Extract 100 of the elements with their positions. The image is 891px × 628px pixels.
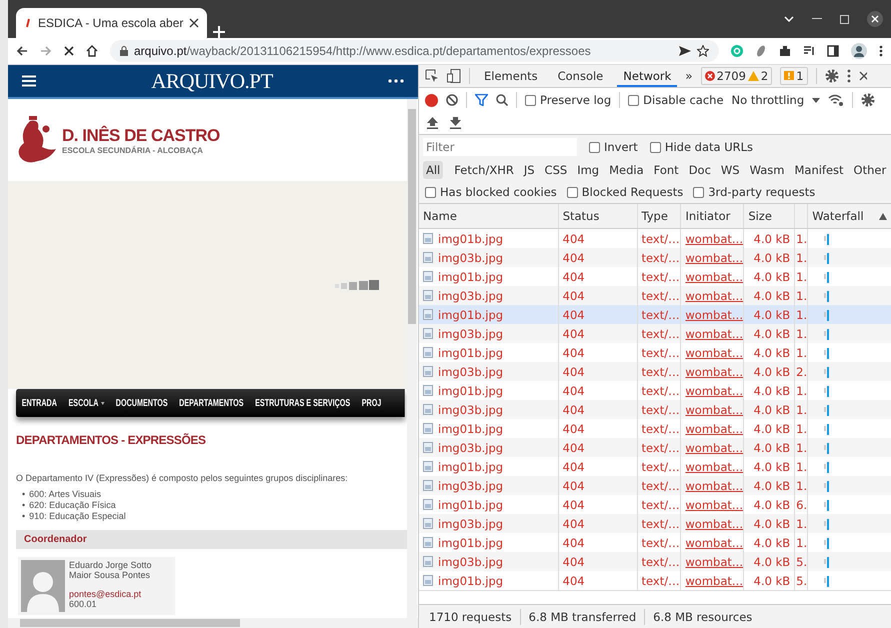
request-row[interactable]: img03b.jpg 404 text/… wombat.… 4.0 kB 1. xyxy=(419,248,891,267)
initiator-link[interactable]: wombat.… xyxy=(685,270,744,284)
filter-field[interactable]: Filter xyxy=(423,138,577,156)
column-header[interactable]: Initiator xyxy=(685,209,730,223)
type-filter[interactable]: Media xyxy=(606,161,647,179)
initiator-link[interactable]: wombat.… xyxy=(685,326,744,340)
initiator-link[interactable]: wombat.… xyxy=(685,554,744,568)
initiator-link[interactable]: wombat.… xyxy=(685,402,744,416)
nav-item[interactable]: ESCOLA xyxy=(62,398,110,408)
more-tabs[interactable]: » xyxy=(685,69,693,83)
checkbox[interactable]: Invert xyxy=(589,140,638,154)
filter-icon[interactable] xyxy=(475,94,488,106)
column-header[interactable]: Status xyxy=(562,209,600,223)
search-icon[interactable] xyxy=(496,94,508,106)
devtools-tab[interactable]: Network xyxy=(617,65,678,87)
request-row[interactable]: img03b.jpg 404 text/… wombat.… 4.0 kB 5. xyxy=(419,552,891,571)
scrollbar[interactable] xyxy=(407,99,417,618)
type-filter[interactable]: WS xyxy=(718,161,743,179)
nav-item[interactable]: DEPARTAMENTOS xyxy=(173,398,250,408)
request-row[interactable]: img03b.jpg 404 text/… wombat.… 4.0 kB 1. xyxy=(419,324,891,343)
more-icon[interactable] xyxy=(388,79,404,83)
request-row[interactable]: img03b.jpg 404 text/… wombat.… 4.0 kB 1. xyxy=(419,476,891,495)
settings-icon[interactable] xyxy=(861,93,876,107)
close-icon[interactable] xyxy=(867,11,883,27)
home-icon[interactable] xyxy=(86,45,98,57)
upload-icon[interactable] xyxy=(427,117,438,129)
request-row[interactable]: img01b.jpg 404 text/… wombat.… 4.0 kB 1. xyxy=(419,305,891,324)
caret-icon[interactable] xyxy=(812,98,820,102)
settings-icon[interactable] xyxy=(824,69,839,83)
column-header[interactable]: Type xyxy=(642,209,668,223)
column-header[interactable]: Name xyxy=(423,209,457,223)
nav-item[interactable]: DOCUMENTOS xyxy=(110,398,174,408)
initiator-link[interactable]: wombat.… xyxy=(685,440,744,454)
type-filter[interactable]: CSS xyxy=(542,161,570,179)
devtools-tab[interactable]: Console xyxy=(552,65,610,87)
media-icon[interactable] xyxy=(803,45,815,57)
error-badge[interactable]: 2709 2 xyxy=(700,67,772,85)
nav-item[interactable]: ENTRADA xyxy=(16,398,63,408)
type-filter[interactable]: Doc xyxy=(686,161,714,179)
initiator-link[interactable]: wombat.… xyxy=(685,574,744,588)
close-icon[interactable] xyxy=(858,71,867,81)
initiator-link[interactable]: wombat.… xyxy=(685,498,744,512)
menu-icon[interactable] xyxy=(22,75,36,87)
devtools-tab[interactable]: Elements xyxy=(478,65,544,87)
column-header[interactable]: Size xyxy=(748,209,772,223)
initiator-link[interactable]: wombat.… xyxy=(685,346,744,360)
checkbox[interactable]: 3rd-party requests xyxy=(693,185,816,199)
type-filter[interactable]: JS xyxy=(520,161,538,179)
nav-item[interactable]: PROJ xyxy=(356,398,388,408)
initiator-link[interactable]: wombat.… xyxy=(685,478,744,492)
checkbox[interactable]: Preserve log xyxy=(525,93,612,107)
type-filter[interactable]: Other xyxy=(850,161,890,179)
close-icon[interactable] xyxy=(189,18,200,28)
type-filter[interactable]: Img xyxy=(574,161,602,179)
device-icon[interactable] xyxy=(447,69,461,83)
minimize-icon[interactable] xyxy=(812,18,822,20)
address-bar[interactable]: arquivo.pt/wayback/20131106215954/http://www.esdica.pt/departamentos/expressoes xyxy=(110,40,719,62)
checkbox[interactable]: Blocked Requests xyxy=(566,185,684,199)
chevron-down-icon[interactable] xyxy=(784,16,794,22)
issues-badge[interactable]: 1 xyxy=(780,67,808,85)
column-header[interactable]: Waterfall xyxy=(812,209,864,223)
request-row[interactable]: img03b.jpg 404 text/… wombat.… 4.0 kB 1. xyxy=(419,400,891,419)
stop-icon[interactable] xyxy=(64,46,74,56)
nav-item[interactable]: ESTRUTURAS E SERVIÇOS xyxy=(249,398,356,408)
type-filter[interactable]: Manifest xyxy=(791,161,847,179)
checkbox[interactable]: Disable cache xyxy=(628,93,724,107)
initiator-link[interactable]: wombat.… xyxy=(685,364,744,378)
record-icon[interactable] xyxy=(425,94,438,106)
type-filter[interactable]: Font xyxy=(650,161,682,179)
initiator-link[interactable]: wombat.… xyxy=(685,288,744,302)
sort-icon[interactable] xyxy=(879,212,887,220)
more-icon[interactable] xyxy=(879,45,883,57)
back-icon[interactable] xyxy=(16,45,28,57)
type-filter[interactable]: Fetch/XHR xyxy=(451,161,517,179)
type-filter[interactable]: Wasm xyxy=(746,161,788,179)
clear-icon[interactable] xyxy=(446,94,458,106)
type-filter[interactable]: All xyxy=(423,161,444,179)
initiator-link[interactable]: wombat.… xyxy=(685,250,744,264)
initiator-link[interactable]: wombat.… xyxy=(685,308,744,322)
request-row[interactable]: img03b.jpg 404 text/… wombat.… 4.0 kB 1. xyxy=(419,286,891,305)
initiator-link[interactable]: wombat.… xyxy=(685,232,744,246)
request-row[interactable]: img03b.jpg 404 text/… wombat.… 4.0 kB 2. xyxy=(419,362,891,381)
send-icon[interactable] xyxy=(679,46,691,56)
checkbox[interactable]: Hide data URLs xyxy=(650,140,754,154)
star-icon[interactable] xyxy=(697,45,709,57)
browser-tab[interactable]: ESDICA - Uma escola aber xyxy=(16,8,208,38)
download-icon[interactable] xyxy=(450,117,461,129)
side-panel-icon[interactable] xyxy=(827,45,839,57)
throttling-dropdown[interactable]: No throttling xyxy=(732,93,804,107)
more-icon[interactable] xyxy=(846,69,851,83)
initiator-link[interactable]: wombat.… xyxy=(685,536,744,550)
request-row[interactable]: img01b.jpg 404 text/… wombat.… 4.0 kB 5. xyxy=(419,571,891,590)
checkbox[interactable]: Has blocked cookies xyxy=(425,185,557,199)
network-conditions-icon[interactable] xyxy=(828,94,844,106)
request-row[interactable]: img03b.jpg 404 text/… wombat.… 4.0 kB 1. xyxy=(419,438,891,457)
horizontal-scrollbar[interactable] xyxy=(8,618,418,628)
site-title[interactable]: ARQUIVO.PT xyxy=(151,68,273,94)
request-row[interactable]: img03b.jpg 404 text/… wombat.… 4.0 kB 1. xyxy=(419,514,891,533)
initiator-link[interactable]: wombat.… xyxy=(685,422,744,436)
initiator-link[interactable]: wombat.… xyxy=(685,516,744,530)
